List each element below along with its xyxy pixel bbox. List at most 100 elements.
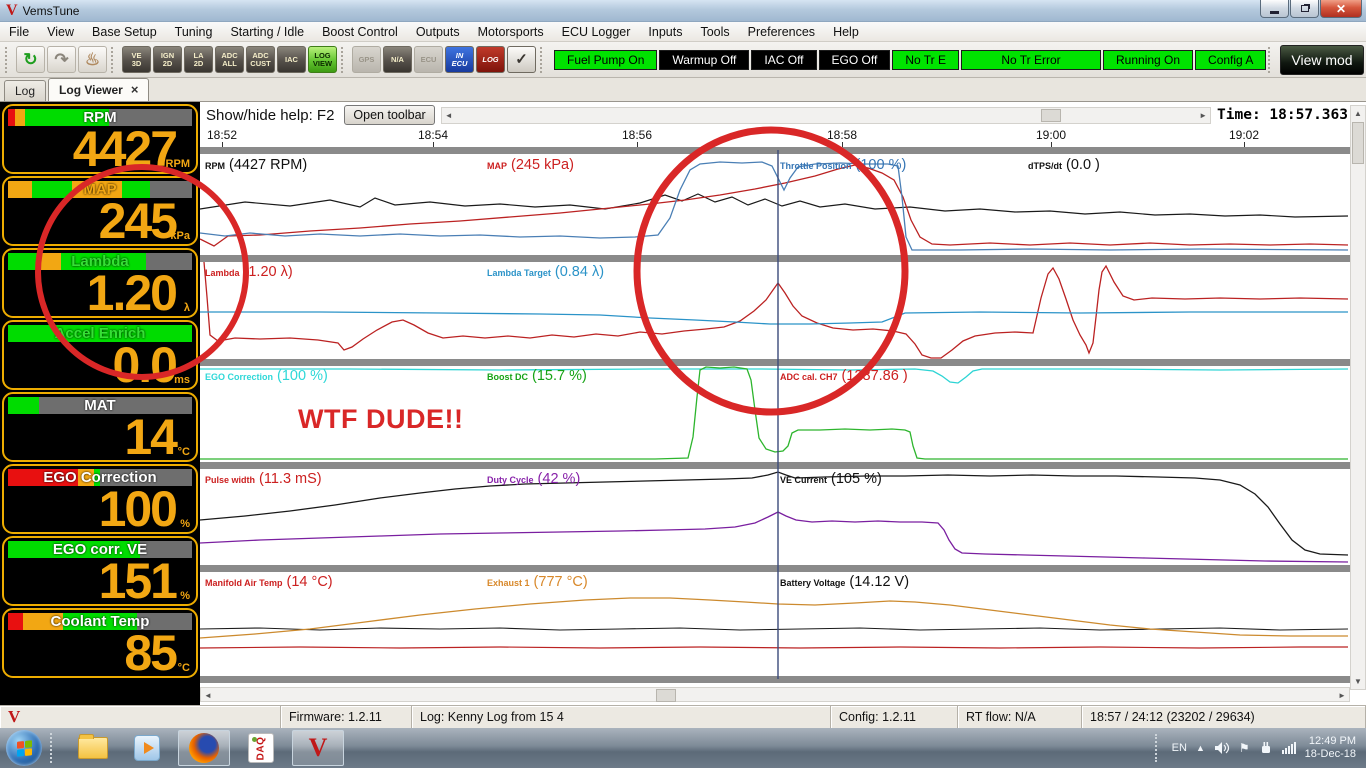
gauge-lambda: Lambda1.20λ [2, 248, 198, 318]
chart-area: Show/hide help: F2 Open toolbar ◄ ► Time… [200, 102, 1350, 688]
tool-iac[interactable]: IAC [277, 46, 306, 73]
gauge-number: 245 [99, 193, 176, 246]
toolbar-grip[interactable] [540, 47, 547, 73]
toolbar-grip[interactable] [341, 47, 348, 73]
firefox-taskbar-icon[interactable] [178, 730, 230, 766]
tool-ign-2d[interactable]: IGN 2D [153, 46, 182, 73]
chart-horizontal-scrollbar[interactable]: ◄ ► [200, 687, 1350, 702]
scrollbar-thumb[interactable] [1352, 122, 1364, 164]
statusbar-cell-0: V [0, 706, 281, 728]
menu-preferences[interactable]: Preferences [739, 22, 824, 42]
gauge-value: 4427RPM [8, 126, 192, 172]
panel1-label-throttle-position: Throttle Position (100 %) [780, 157, 906, 173]
status-chip-iac-off[interactable]: IAC Off [751, 50, 816, 70]
explorer-taskbar-icon[interactable] [76, 732, 110, 764]
start-button[interactable] [6, 730, 42, 766]
chart-header: Show/hide help: F2 Open toolbar ◄ ► Time… [200, 102, 1350, 128]
menu-starting-idle[interactable]: Starting / Idle [221, 22, 313, 42]
tray-grip[interactable] [1155, 734, 1163, 762]
speaker-icon[interactable] [1214, 741, 1230, 755]
series-value: (4427 RPM) [225, 157, 307, 173]
minimize-button[interactable] [1260, 0, 1289, 18]
tool-adc-cust[interactable]: ADC CUST [246, 46, 275, 73]
scroll-left-icon[interactable]: ◄ [442, 108, 456, 123]
gauge-unit: % [180, 590, 190, 602]
series-line-exhaust-1 [200, 598, 1348, 638]
burn-flame-icon[interactable]: ♨ [78, 46, 107, 73]
scroll-up-icon[interactable]: ▲ [1351, 106, 1365, 121]
status-chip-warmup-off[interactable]: Warmup Off [659, 50, 749, 70]
menu-tuning[interactable]: Tuning [166, 22, 222, 42]
toolbar-grip[interactable] [5, 47, 12, 73]
time-tick-18-52: 18:52 [207, 128, 237, 142]
series-name: Manifold Air Temp [205, 578, 283, 588]
series-name: RPM [205, 161, 225, 171]
send-arrow-icon[interactable]: ↷ [47, 46, 76, 73]
tool-adc-all[interactable]: ADC ALL [215, 46, 244, 73]
scroll-left-icon[interactable]: ◄ [201, 688, 215, 703]
idaq-taskbar-icon[interactable]: DAQ [244, 732, 278, 764]
tool-[interactable]: ✓ [507, 46, 536, 73]
scroll-right-icon[interactable]: ► [1196, 108, 1210, 123]
scrollbar-thumb[interactable] [1041, 109, 1061, 122]
tool-ecu[interactable]: ECU [414, 46, 443, 73]
status-chip-no-tr-error[interactable]: No Tr Error [961, 50, 1101, 70]
menu-inputs[interactable]: Inputs [639, 22, 691, 42]
tool-in-ecu[interactable]: IN ECU [445, 46, 474, 73]
network-signal-icon[interactable] [1282, 742, 1296, 754]
tick-mark [842, 142, 843, 147]
restore-button[interactable] [1290, 0, 1319, 18]
series-value: (0.0 ) [1062, 157, 1100, 173]
scrollbar-thumb[interactable] [656, 689, 676, 702]
power-plug-icon[interactable] [1259, 741, 1273, 755]
menu-ecu-logger[interactable]: ECU Logger [553, 22, 640, 42]
taskbar-clock[interactable]: 12:49 PM 18-Dec-18 [1305, 735, 1356, 761]
menu-help[interactable]: Help [824, 22, 868, 42]
status-chip-config-a[interactable]: Config A [1195, 50, 1266, 70]
scroll-down-icon[interactable]: ▼ [1351, 674, 1365, 689]
status-chip-fuel-pump-on[interactable]: Fuel Pump On [554, 50, 657, 70]
series-line-lambda [204, 262, 1348, 358]
sync-arrows-icon[interactable]: ↻ [16, 46, 45, 73]
series-name: VE Current [780, 475, 827, 485]
show-hidden-icons-icon[interactable]: ▲ [1196, 743, 1205, 753]
tool-n-a[interactable]: N/A [383, 46, 412, 73]
chart-vertical-scrollbar[interactable]: ▲ ▼ [1350, 105, 1366, 690]
toolbar-grip[interactable] [1268, 47, 1275, 73]
view-mode-button[interactable]: View mod [1280, 45, 1364, 75]
menu-view[interactable]: View [38, 22, 83, 42]
gauge-number: 14 [124, 409, 176, 462]
status-chip-ego-off[interactable]: EGO Off [819, 50, 891, 70]
chart-time-scrollbar[interactable]: ◄ ► [441, 107, 1211, 124]
status-chip-running-on[interactable]: Running On [1103, 50, 1193, 70]
close-button[interactable]: ✕ [1320, 0, 1362, 18]
vemstune-taskbar-icon[interactable]: V [292, 730, 344, 766]
menu-outputs[interactable]: Outputs [407, 22, 469, 42]
tool-log[interactable]: LOG [476, 46, 505, 73]
tool-ve-3d[interactable]: VE 3D [122, 46, 151, 73]
toolbar-grip[interactable] [111, 47, 118, 73]
menu-boost-control[interactable]: Boost Control [313, 22, 407, 42]
menu-tools[interactable]: Tools [691, 22, 738, 42]
gauge-rpm: RPM4427RPM [2, 104, 198, 174]
series-value: (245 kPa) [507, 157, 574, 173]
media-player-taskbar-icon[interactable] [130, 732, 164, 764]
taskbar-grip[interactable] [50, 733, 58, 763]
status-chip-no-tr-e[interactable]: No Tr E [892, 50, 959, 70]
tab-close-icon[interactable]: × [131, 84, 139, 96]
close-icon: ✕ [1336, 2, 1346, 16]
series-value: (1.20 λ) [240, 264, 293, 280]
tool-log-view[interactable]: LOG VIEW [308, 46, 337, 73]
tab-log[interactable]: Log [4, 80, 46, 101]
language-indicator[interactable]: EN [1172, 742, 1187, 754]
scroll-right-icon[interactable]: ► [1335, 688, 1349, 703]
menu-file[interactable]: File [0, 22, 38, 42]
tool-la-2d[interactable]: LA 2D [184, 46, 213, 73]
action-center-flag-icon[interactable]: ⚑ [1239, 741, 1250, 755]
menu-base-setup[interactable]: Base Setup [83, 22, 166, 42]
menu-motorsports[interactable]: Motorsports [469, 22, 553, 42]
tool-gps[interactable]: GPS [352, 46, 381, 73]
open-toolbar-button[interactable]: Open toolbar [344, 105, 434, 125]
tab-log-viewer[interactable]: Log Viewer× [48, 78, 149, 101]
chart-plot[interactable] [200, 102, 1350, 688]
